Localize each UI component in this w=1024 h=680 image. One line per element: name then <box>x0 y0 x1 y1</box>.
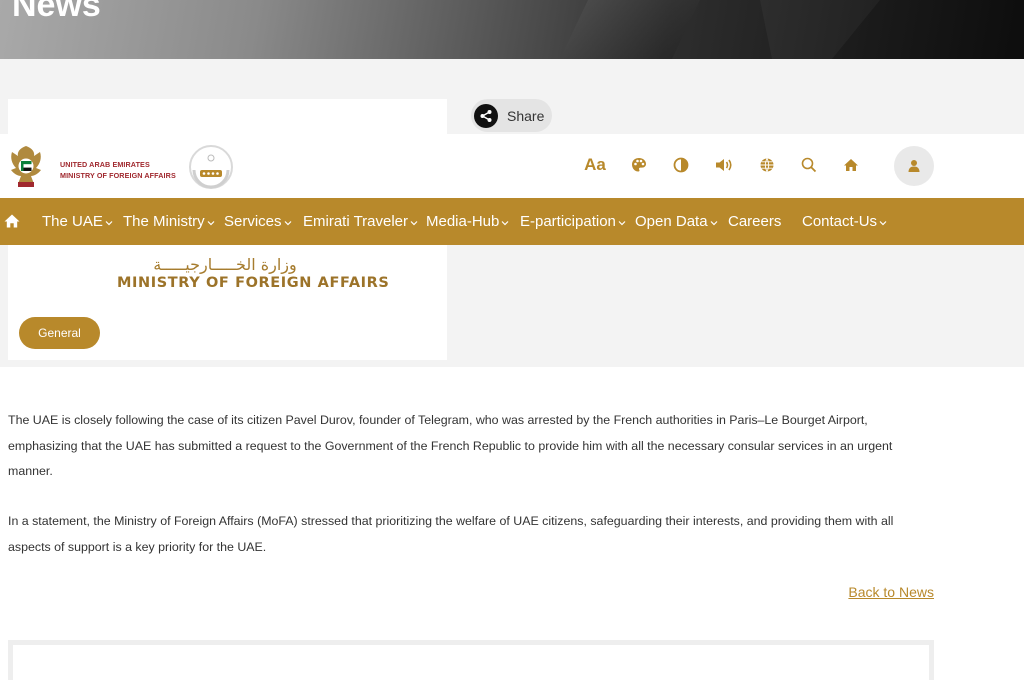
contrast-icon[interactable] <box>669 154 693 176</box>
nav-home-icon[interactable] <box>4 213 20 229</box>
ministry-name-english: MINISTRY OF FOREIGN AFFAIRS <box>117 275 390 291</box>
user-icon <box>908 160 920 172</box>
nav-label: Media-Hub <box>426 213 500 230</box>
nav-label: The Ministry <box>123 213 205 230</box>
nav-item-careers[interactable]: Careers <box>728 198 781 245</box>
speaker-icon[interactable] <box>712 154 736 176</box>
nav-label: Contact-Us <box>802 213 878 230</box>
nav-label: E-participation <box>520 213 616 230</box>
rating-seal-icon <box>189 145 233 189</box>
chevron-down-icon <box>501 220 509 226</box>
hero-banner: News <box>0 0 1024 59</box>
chevron-down-icon <box>710 220 718 226</box>
nav-item-open-data[interactable]: Open Data <box>635 198 718 245</box>
nav-label: Emirati Traveler <box>303 213 409 230</box>
share-label: Share <box>507 107 545 124</box>
chevron-down-icon <box>207 220 215 226</box>
logo-line-2: MINISTRY OF FOREIGN AFFAIRS <box>60 171 176 180</box>
palette-icon[interactable] <box>627 154 651 176</box>
hero-decoration <box>560 0 700 59</box>
home-icon[interactable] <box>839 154 863 176</box>
nav-item-services[interactable]: Services <box>224 198 292 245</box>
article-paragraph-1: The UAE is closely following the case of… <box>8 413 893 478</box>
font-size-icon[interactable]: Aa <box>583 154 607 176</box>
search-icon[interactable] <box>797 154 821 176</box>
chevron-down-icon <box>105 220 113 226</box>
nav-label: Careers <box>728 213 782 230</box>
logo-text: UNITED ARAB EMIRATES MINISTRY OF FOREIGN… <box>60 159 176 181</box>
logo-line-1: UNITED ARAB EMIRATES <box>60 160 150 169</box>
page-title: News <box>12 0 101 24</box>
share-button[interactable]: Share <box>471 99 552 132</box>
font-size-label: Aa <box>584 155 606 174</box>
chevron-down-icon <box>410 220 418 226</box>
nav-item-media-hub[interactable]: Media-Hub <box>426 198 509 245</box>
hero-decoration <box>760 0 880 59</box>
nav-item-the-uae[interactable]: The UAE <box>42 198 113 245</box>
nav-label: Open Data <box>635 213 708 230</box>
related-content-box <box>8 640 934 680</box>
uae-emblem-icon <box>11 146 41 187</box>
globe-icon[interactable] <box>755 154 779 176</box>
ministry-name-arabic: وزارة الخـــــارجيـــــة <box>153 255 297 274</box>
main-navigation: The UAE The Ministry Services Emirati Tr… <box>0 198 1024 245</box>
nav-item-contact-us[interactable]: Contact-Us <box>802 198 887 245</box>
site-logo[interactable]: UNITED ARAB EMIRATES MINISTRY OF FOREIGN… <box>6 142 234 194</box>
article-paragraph-2: In a statement, the Ministry of Foreign … <box>8 514 894 554</box>
user-account-button[interactable] <box>894 146 934 186</box>
nav-label: The UAE <box>42 213 103 230</box>
nav-label: Services <box>224 213 282 230</box>
category-badge[interactable]: General <box>19 317 100 349</box>
nav-item-emirati-traveler[interactable]: Emirati Traveler <box>303 198 418 245</box>
share-icon <box>474 103 498 128</box>
back-to-news-link[interactable]: Back to News <box>848 584 934 600</box>
nav-item-the-ministry[interactable]: The Ministry <box>123 198 215 245</box>
nav-item-e-participation[interactable]: E-participation <box>520 198 626 245</box>
chevron-down-icon <box>618 220 626 226</box>
chevron-down-icon <box>284 220 292 226</box>
chevron-down-icon <box>879 220 887 226</box>
